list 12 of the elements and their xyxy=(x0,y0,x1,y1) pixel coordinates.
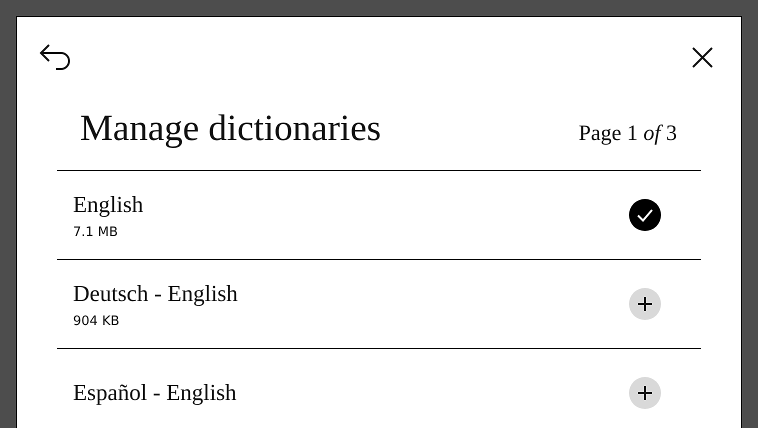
dictionary-name: English xyxy=(73,190,144,218)
dictionary-name: Español - English xyxy=(73,379,237,407)
dictionary-size: 904 KB xyxy=(73,314,120,328)
page-indicator: Page 1 of 3 xyxy=(578,120,677,146)
dictionary-size: 7.1 MB xyxy=(73,224,119,240)
back-icon[interactable] xyxy=(39,43,72,71)
add-icon[interactable] xyxy=(629,377,661,409)
close-icon[interactable] xyxy=(692,46,713,68)
add-icon[interactable] xyxy=(629,288,661,320)
dictionary-name: Deutsch - English xyxy=(73,280,238,308)
checkmark-icon[interactable] xyxy=(629,199,661,231)
dialog-title: Manage dictionaries xyxy=(80,107,382,150)
